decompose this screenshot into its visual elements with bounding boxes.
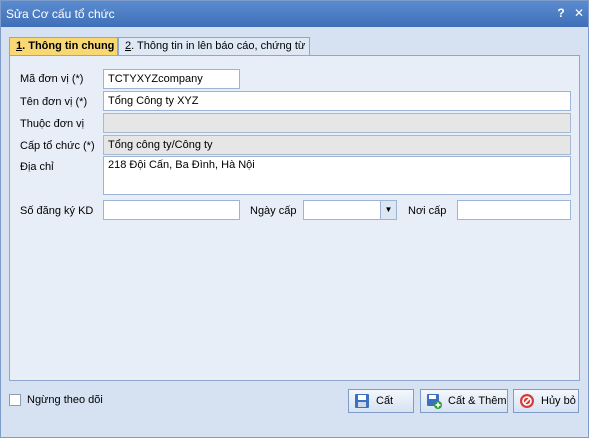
tab-general-info-label: . Thông tin chung	[22, 40, 115, 52]
tab-report-info[interactable]: 2. Thông tin in lên báo cáo, chứng từ	[118, 37, 310, 55]
tab-report-info-label: . Thông tin in lên báo cáo, chứng từ	[131, 40, 306, 52]
stop-tracking-checkbox[interactable]	[9, 394, 21, 406]
floppy-disk-icon	[355, 394, 369, 408]
chevron-down-icon[interactable]: ▼	[380, 201, 396, 219]
unit-name-label: Tên đơn vị (*)	[20, 96, 88, 108]
help-icon[interactable]: ?	[553, 5, 569, 21]
dialog-window: Sửa Cơ cấu tổ chức ? ✕ 1. Thông tin chun…	[0, 0, 589, 438]
org-level-input: Tổng công ty/Công ty	[103, 135, 571, 155]
cancel-button[interactable]: Hủy bỏ	[513, 389, 579, 413]
issue-date-label: Ngày cấp	[250, 205, 297, 217]
org-level-label: Cấp tổ chức (*)	[20, 140, 95, 152]
unit-code-input[interactable]: TCTYXYZcompany	[103, 69, 240, 89]
cancel-button-label: Hủy bỏ	[541, 395, 576, 407]
window-title: Sửa Cơ cấu tổ chức	[6, 7, 115, 21]
issue-place-input[interactable]	[457, 200, 571, 220]
close-icon[interactable]: ✕	[571, 5, 587, 21]
address-textarea[interactable]: 218 Đội Cấn, Ba Đình, Hà Nội	[103, 156, 571, 195]
issue-place-label: Nơi cấp	[408, 205, 447, 217]
issue-date-picker[interactable]: ▼	[303, 200, 397, 220]
unit-code-label: Mã đơn vị (*)	[20, 73, 84, 85]
unit-name-input[interactable]: Tổng Công ty XYZ	[103, 91, 571, 111]
business-reg-input[interactable]	[103, 200, 240, 220]
tab-panel: Mã đơn vị (*) TCTYXYZcompany Tên đơn vị …	[9, 55, 580, 381]
business-reg-label: Số đăng ký KD	[20, 205, 94, 217]
save-and-add-button[interactable]: Cất & Thêm	[420, 389, 508, 413]
address-label: Địa chỉ	[20, 161, 54, 173]
stop-tracking-label: Ngừng theo dõi	[27, 394, 103, 406]
save-button-label: Cất	[376, 395, 394, 407]
save-and-add-label: Cất & Thêm	[448, 395, 507, 407]
tab-general-info[interactable]: 1. Thông tin chung	[9, 37, 118, 56]
save-button[interactable]: Cất	[348, 389, 414, 413]
save-add-icon	[427, 394, 442, 409]
cancel-icon	[520, 394, 534, 408]
title-bar[interactable]: Sửa Cơ cấu tổ chức ? ✕	[1, 1, 588, 27]
parent-unit-label: Thuộc đơn vị	[20, 118, 85, 130]
parent-unit-input	[103, 113, 571, 133]
